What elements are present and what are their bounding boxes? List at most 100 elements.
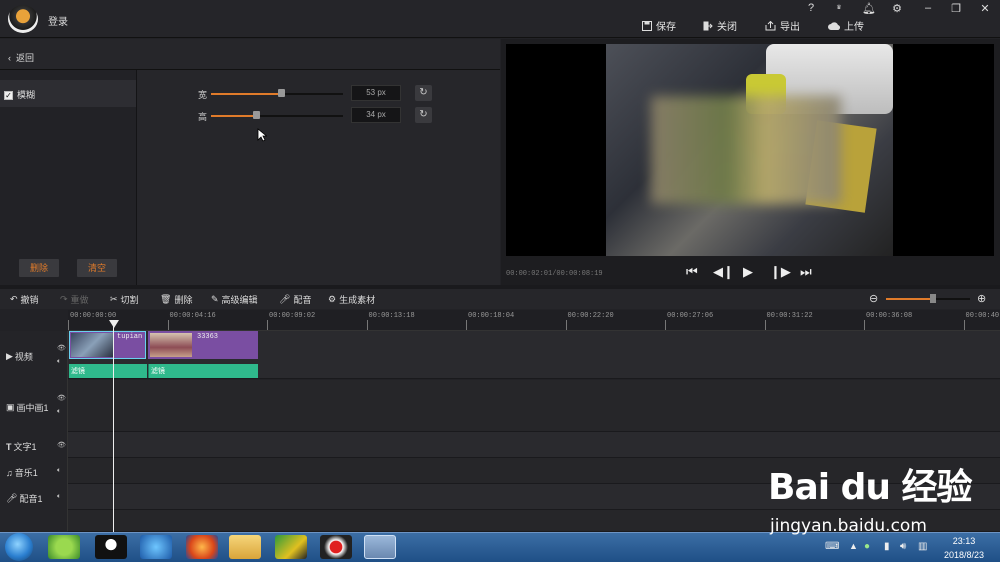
blur-checkbox[interactable]: ✓ bbox=[4, 91, 13, 101]
back-row[interactable]: ‹ 返回 bbox=[0, 39, 500, 70]
text-track[interactable] bbox=[68, 432, 1000, 458]
firefox-icon[interactable] bbox=[186, 535, 218, 559]
width-slider-fill bbox=[211, 93, 281, 95]
width-reset-button[interactable]: ↻ bbox=[415, 85, 432, 101]
save-label: 保存 bbox=[656, 22, 676, 33]
speaker-icon[interactable]: 🔈︎ bbox=[57, 358, 61, 366]
help-icon[interactable]: ? bbox=[804, 2, 818, 14]
generate-material-label: 生成素材 bbox=[339, 295, 376, 305]
skip-to-start-icon[interactable]: ⏮ bbox=[686, 264, 698, 280]
undo-button[interactable]: ↶ 撤销 bbox=[10, 293, 39, 306]
media-player-icon[interactable] bbox=[140, 535, 172, 559]
restore-icon[interactable]: ❐ bbox=[949, 2, 963, 15]
video-frame bbox=[606, 44, 893, 256]
qq-icon[interactable] bbox=[95, 535, 127, 559]
speaker-icon[interactable]: 🔈︎ bbox=[57, 493, 61, 501]
skip-to-end-icon[interactable]: ⏭ bbox=[800, 264, 812, 280]
login-link[interactable]: 登录 bbox=[48, 13, 68, 28]
recorder-icon[interactable] bbox=[320, 535, 352, 559]
reset-icon: ↻ bbox=[419, 109, 428, 120]
start-button[interactable] bbox=[5, 533, 33, 561]
upload-icon bbox=[828, 21, 840, 30]
wechat-icon[interactable]: ● bbox=[864, 541, 870, 552]
trash-icon: 🗑︎ bbox=[160, 294, 172, 304]
advanced-edit-button[interactable]: ✎ 高级编辑 bbox=[211, 293, 258, 306]
app-360-icon[interactable] bbox=[48, 535, 80, 559]
cut-button[interactable]: ✂ 切割 bbox=[110, 293, 139, 306]
save-button[interactable]: 保存 bbox=[642, 18, 676, 33]
volume-icon[interactable]: 🔊︎ bbox=[900, 541, 906, 552]
ruler-tick-label: 00:00:18:04 bbox=[468, 312, 515, 320]
ruler-tick-label: 00:00:04:16 bbox=[169, 312, 216, 320]
tray-expand-icon[interactable]: ▲ bbox=[849, 541, 858, 551]
battery-icon[interactable]: ▮ bbox=[884, 541, 890, 552]
microphone-icon: 🎤︎ bbox=[279, 294, 291, 304]
width-label: 宽 bbox=[198, 90, 208, 100]
dub-label: 配音 bbox=[293, 295, 312, 305]
step-back-icon[interactable]: ◀❙ bbox=[713, 264, 734, 280]
pip-track[interactable] bbox=[68, 380, 1000, 432]
zoom-slider-handle[interactable] bbox=[930, 294, 936, 303]
ruler-tick-label: 00:00:22:20 bbox=[567, 312, 614, 320]
ruler-tick-label: 00:00:36:08 bbox=[866, 312, 913, 320]
app-green-icon[interactable] bbox=[275, 535, 307, 559]
ruler-tick-label: 00:00:27:06 bbox=[667, 312, 714, 320]
ruler-tick-label: 00:00:40: bbox=[965, 312, 1000, 320]
export-icon bbox=[765, 20, 776, 30]
dub-button[interactable]: 🎤︎ 配音 bbox=[279, 293, 311, 306]
minimize-icon[interactable]: – bbox=[921, 2, 935, 14]
clip-thumbnail bbox=[150, 333, 192, 357]
effect-item-blur[interactable]: ✓ 模糊 bbox=[0, 80, 136, 107]
video-editor-taskbar-icon[interactable] bbox=[364, 535, 396, 559]
zoom-in-icon[interactable]: ⊕ bbox=[977, 292, 986, 305]
close-icon[interactable]: ✕ bbox=[978, 2, 992, 15]
eye-icon[interactable]: 👁︎ bbox=[57, 441, 66, 449]
vip-icon[interactable]: ♛ bbox=[832, 4, 846, 11]
folder-icon[interactable] bbox=[229, 535, 261, 559]
track-label-text: 画中画1 bbox=[16, 403, 49, 413]
width-slider-handle[interactable] bbox=[278, 89, 285, 97]
gear-icon[interactable]: ⚙ bbox=[890, 2, 904, 15]
filter-clip-1[interactable]: 滤镜 bbox=[69, 364, 147, 378]
bell-icon[interactable]: 🔔︎ bbox=[862, 2, 876, 15]
play-icon[interactable]: ▶ bbox=[743, 264, 753, 280]
zoom-out-icon[interactable]: ⊖ bbox=[869, 292, 878, 305]
blur-region[interactable] bbox=[651, 96, 841, 204]
upload-button[interactable]: 上传 bbox=[828, 18, 864, 33]
undo-icon: ↶ bbox=[10, 294, 18, 304]
height-reset-button[interactable]: ↻ bbox=[415, 107, 432, 123]
network-icon[interactable]: ▥ bbox=[918, 541, 927, 552]
redo-button[interactable]: ↷ 重做 bbox=[60, 293, 89, 306]
ruler-tick-label: 00:00:31:22 bbox=[766, 312, 813, 320]
playhead-handle[interactable] bbox=[109, 320, 119, 328]
film-reel-icon: ⚙ bbox=[328, 294, 337, 304]
keyboard-icon[interactable]: ⌨ bbox=[825, 541, 839, 552]
mouse-cursor-icon bbox=[257, 128, 267, 142]
ruler-tick-line bbox=[764, 320, 766, 330]
delete-effect-button[interactable]: 删除 bbox=[19, 259, 59, 277]
filter-clip-2[interactable]: 滤镜 bbox=[148, 364, 258, 378]
redo-icon: ↷ bbox=[60, 294, 68, 304]
delete-label: 删除 bbox=[174, 295, 193, 305]
close-project-button[interactable]: 关闭 bbox=[703, 18, 737, 33]
eye-icon[interactable]: 👁︎ bbox=[57, 394, 66, 402]
clock-date: 2018/8/23 bbox=[943, 550, 985, 560]
baidu-watermark-url: jingyan.baidu.com bbox=[770, 516, 927, 536]
delete-button[interactable]: 🗑︎ 删除 bbox=[160, 293, 192, 306]
chevron-left-icon: ‹ bbox=[8, 53, 11, 63]
playhead[interactable] bbox=[113, 322, 114, 534]
height-slider-handle[interactable] bbox=[253, 111, 260, 119]
speaker-icon[interactable]: 🔈︎ bbox=[57, 467, 61, 475]
speaker-icon[interactable]: 🔈︎ bbox=[57, 408, 61, 416]
eye-icon[interactable]: 👁︎ bbox=[57, 344, 66, 352]
width-value[interactable]: 53 px bbox=[351, 85, 401, 101]
export-button[interactable]: 导出 bbox=[765, 18, 800, 33]
preview-timecode: 00:00:02:01/00:00:08:19 bbox=[506, 270, 603, 278]
generate-material-button[interactable]: ⚙ 生成素材 bbox=[328, 293, 375, 306]
ruler-tick-line bbox=[864, 320, 865, 330]
scissors-icon: ✂ bbox=[110, 294, 118, 304]
height-value[interactable]: 34 px bbox=[351, 107, 401, 123]
step-forward-icon[interactable]: ❙▶ bbox=[770, 264, 791, 280]
clear-effects-button[interactable]: 清空 bbox=[77, 259, 117, 277]
system-clock[interactable]: 23:13 2018/8/23 bbox=[934, 536, 994, 560]
